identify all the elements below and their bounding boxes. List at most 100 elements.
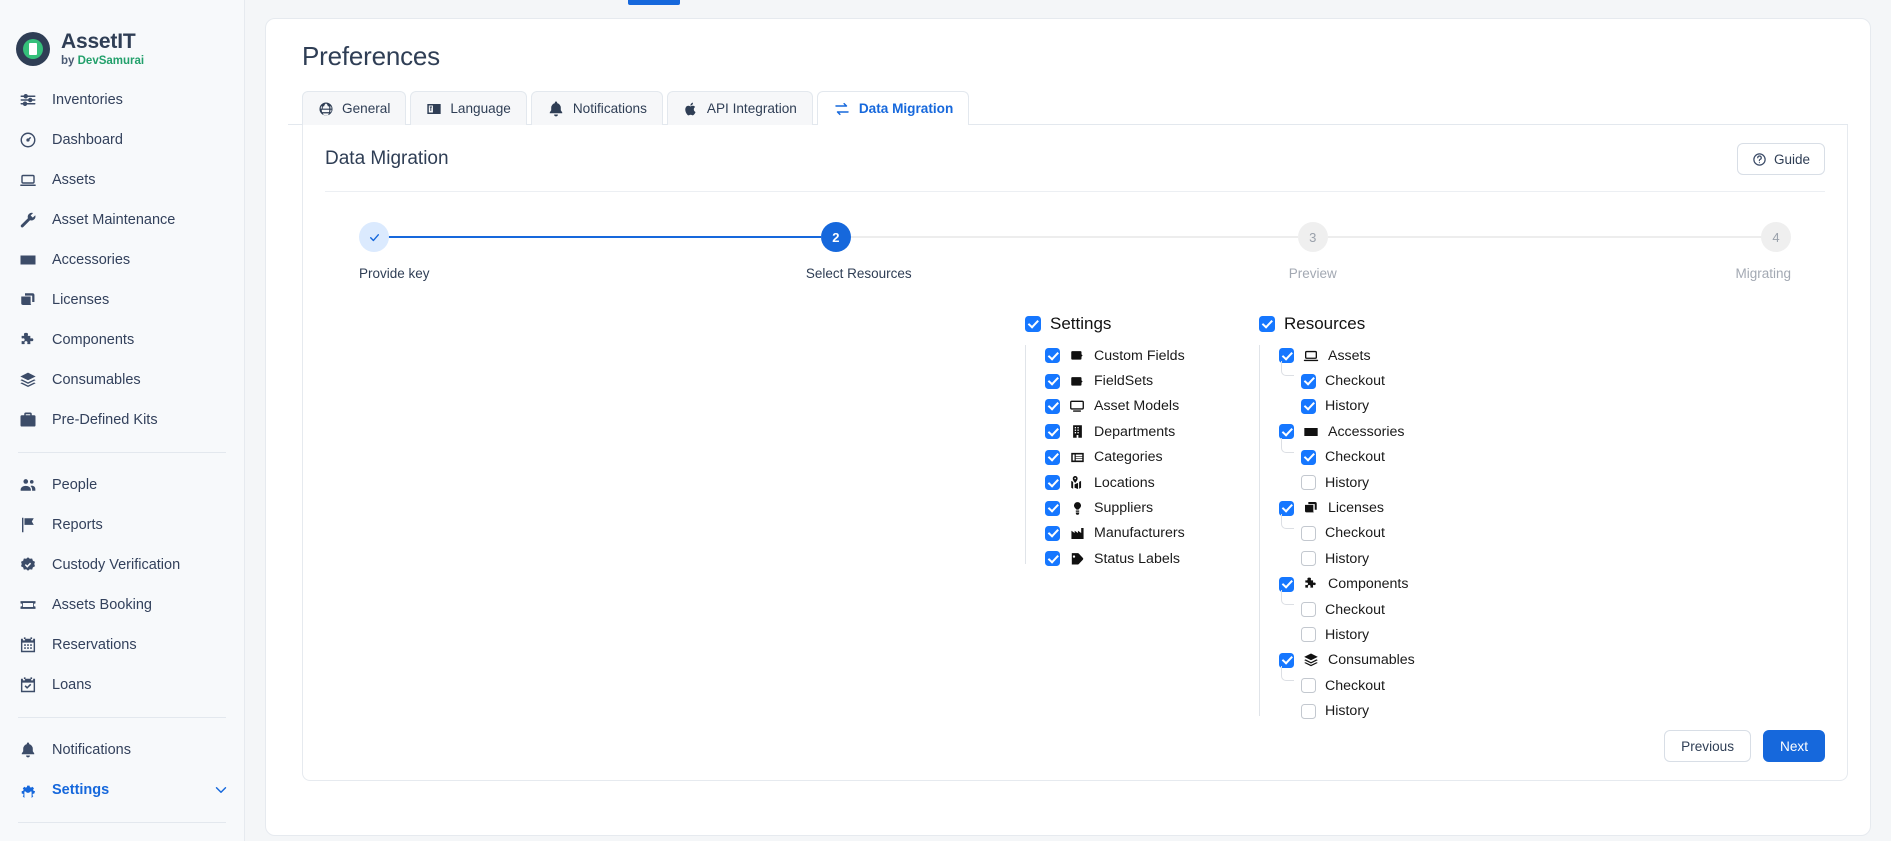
resource-item-row[interactable]: Components [1277,572,1619,597]
factory-icon [1069,525,1085,541]
previous-button[interactable]: Previous [1664,730,1751,762]
settings-item-row[interactable]: Custom Fields [1043,343,1259,368]
sidebar-item-pre-defined-kits[interactable]: Pre-Defined Kits [0,400,244,440]
resource-child-checkbox[interactable] [1301,399,1316,414]
building-icon [1069,424,1085,440]
settings-item-label: Categories [1094,449,1163,465]
settings-root-checkbox[interactable] [1025,316,1041,332]
resource-child-row[interactable]: History [1277,622,1619,647]
sidebar-item-label: Licenses [52,292,109,308]
stepper-node-4[interactable]: 4 [1761,222,1791,252]
brand[interactable]: AssetIT by DevSamurai [0,0,244,70]
resources-root-row[interactable]: Resources [1259,314,1619,334]
resource-child-checkbox[interactable] [1301,551,1316,566]
sidebar-item-consumables[interactable]: Consumables [0,360,244,400]
sidebar-item-assets-booking[interactable]: Assets Booking [0,585,244,625]
settings-item-row[interactable]: Suppliers [1043,495,1259,520]
resource-child-row[interactable]: History [1277,470,1619,495]
settings-item-checkbox[interactable] [1045,551,1060,566]
settings-item-checkbox[interactable] [1045,424,1060,439]
next-button[interactable]: Next [1763,730,1825,762]
tab-data-migration[interactable]: Data Migration [817,91,969,125]
chevron-down-icon[interactable] [212,781,230,799]
sidebar-divider-2 [18,717,226,718]
resources-root-checkbox[interactable] [1259,316,1275,332]
settings-item-checkbox[interactable] [1045,399,1060,414]
apple-icon [683,101,699,117]
resource-child-checkbox[interactable] [1301,678,1316,693]
stepper-node-1[interactable] [359,222,389,252]
bell-icon [547,100,565,118]
resource-child-row[interactable]: Checkout [1277,673,1619,698]
sidebar-item-reports[interactable]: Reports [0,505,244,545]
sidebar-item-reservations[interactable]: Reservations [0,625,244,665]
resource-child-row[interactable]: History [1277,394,1619,419]
sidebar-item-label: Reservations [52,637,137,653]
resource-child-checkbox[interactable] [1301,627,1316,642]
resource-item-row[interactable]: Accessories [1277,419,1619,444]
resource-child-row[interactable]: Checkout [1277,521,1619,546]
preferences-card: Preferences GeneralLanguageNotifications… [265,18,1871,836]
settings-tree-body: Custom FieldsFieldSetsAsset ModelsDepart… [1025,343,1259,572]
settings-item-row[interactable]: Status Labels [1043,546,1259,571]
settings-item-row[interactable]: Asset Models [1043,394,1259,419]
sidebar-item-notifications[interactable]: Notifications [0,730,244,770]
guide-button[interactable]: Guide [1737,143,1825,175]
resource-item-row[interactable]: Consumables [1277,648,1619,673]
resource-child-row[interactable]: Checkout [1277,368,1619,393]
settings-item-row[interactable]: Departments [1043,419,1259,444]
settings-item-checkbox[interactable] [1045,475,1060,490]
sidebar-nav-tertiary: NotificationsSettings [0,730,244,810]
sidebar-item-dashboard[interactable]: Dashboard [0,120,244,160]
tab-general[interactable]: General [302,91,406,125]
guide-button-label: Guide [1774,152,1810,167]
sidebar-item-components[interactable]: Components [0,320,244,360]
settings-item-checkbox[interactable] [1045,374,1060,389]
sidebar-item-assets[interactable]: Assets [0,160,244,200]
resource-child-row[interactable]: Checkout [1277,597,1619,622]
settings-item-row[interactable]: FieldSets [1043,368,1259,393]
resource-child-label: Checkout [1325,373,1385,389]
sidebar-item-settings[interactable]: Settings [0,770,244,810]
sidebar-item-label: Reports [52,517,103,533]
resource-child-checkbox[interactable] [1301,526,1316,541]
sidebar-item-accessories[interactable]: Accessories [0,240,244,280]
resource-child-row[interactable]: History [1277,698,1619,723]
sidebar-item-loans[interactable]: Loans [0,665,244,705]
settings-item-row[interactable]: Categories [1043,445,1259,470]
tab-api-integration[interactable]: API Integration [667,91,813,125]
resource-child-checkbox[interactable] [1301,450,1316,465]
settings-item-checkbox[interactable] [1045,526,1060,541]
settings-item-row[interactable]: Locations [1043,470,1259,495]
resource-child-label: Checkout [1325,602,1385,618]
resource-child-row[interactable]: Checkout [1277,445,1619,470]
sidebar-item-asset-maintenance[interactable]: Asset Maintenance [0,200,244,240]
sidebar-item-inventories[interactable]: Inventories [0,80,244,120]
resource-item-row[interactable]: Assets [1277,343,1619,368]
settings-item-checkbox[interactable] [1045,501,1060,516]
sidebar-item-people[interactable]: People [0,465,244,505]
sidebar-item-label: Assets [52,172,96,188]
resource-item-row[interactable]: Licenses [1277,495,1619,520]
tab-notifications[interactable]: Notifications [531,91,663,125]
resource-child-row[interactable]: History [1277,546,1619,571]
stepper-node-3[interactable]: 3 [1298,222,1328,252]
sidebar: AssetIT by DevSamurai InventoriesDashboa… [0,0,245,841]
resource-child-checkbox[interactable] [1301,602,1316,617]
settings-root-row[interactable]: Settings [1025,314,1259,334]
resource-child-checkbox[interactable] [1301,374,1316,389]
resource-child-checkbox[interactable] [1301,475,1316,490]
settings-item-checkbox[interactable] [1045,348,1060,363]
sidebar-item-licenses[interactable]: Licenses [0,280,244,320]
resource-child-checkbox[interactable] [1301,704,1316,719]
settings-item-checkbox[interactable] [1045,450,1060,465]
sidebar-item-custody-verification[interactable]: Custody Verification [0,545,244,585]
step-number: 4 [1772,230,1779,245]
settings-item-row[interactable]: Manufacturers [1043,521,1259,546]
sidebar-nav: InventoriesDashboard Assets Asset Maintena… [0,70,244,440]
app-root: AssetIT by DevSamurai InventoriesDashboa… [0,0,1891,841]
stepper-node-2[interactable]: 2 [821,222,851,252]
tab-language[interactable]: Language [410,91,526,125]
layers-icon [18,370,38,390]
map-pin-icon [1069,475,1085,491]
